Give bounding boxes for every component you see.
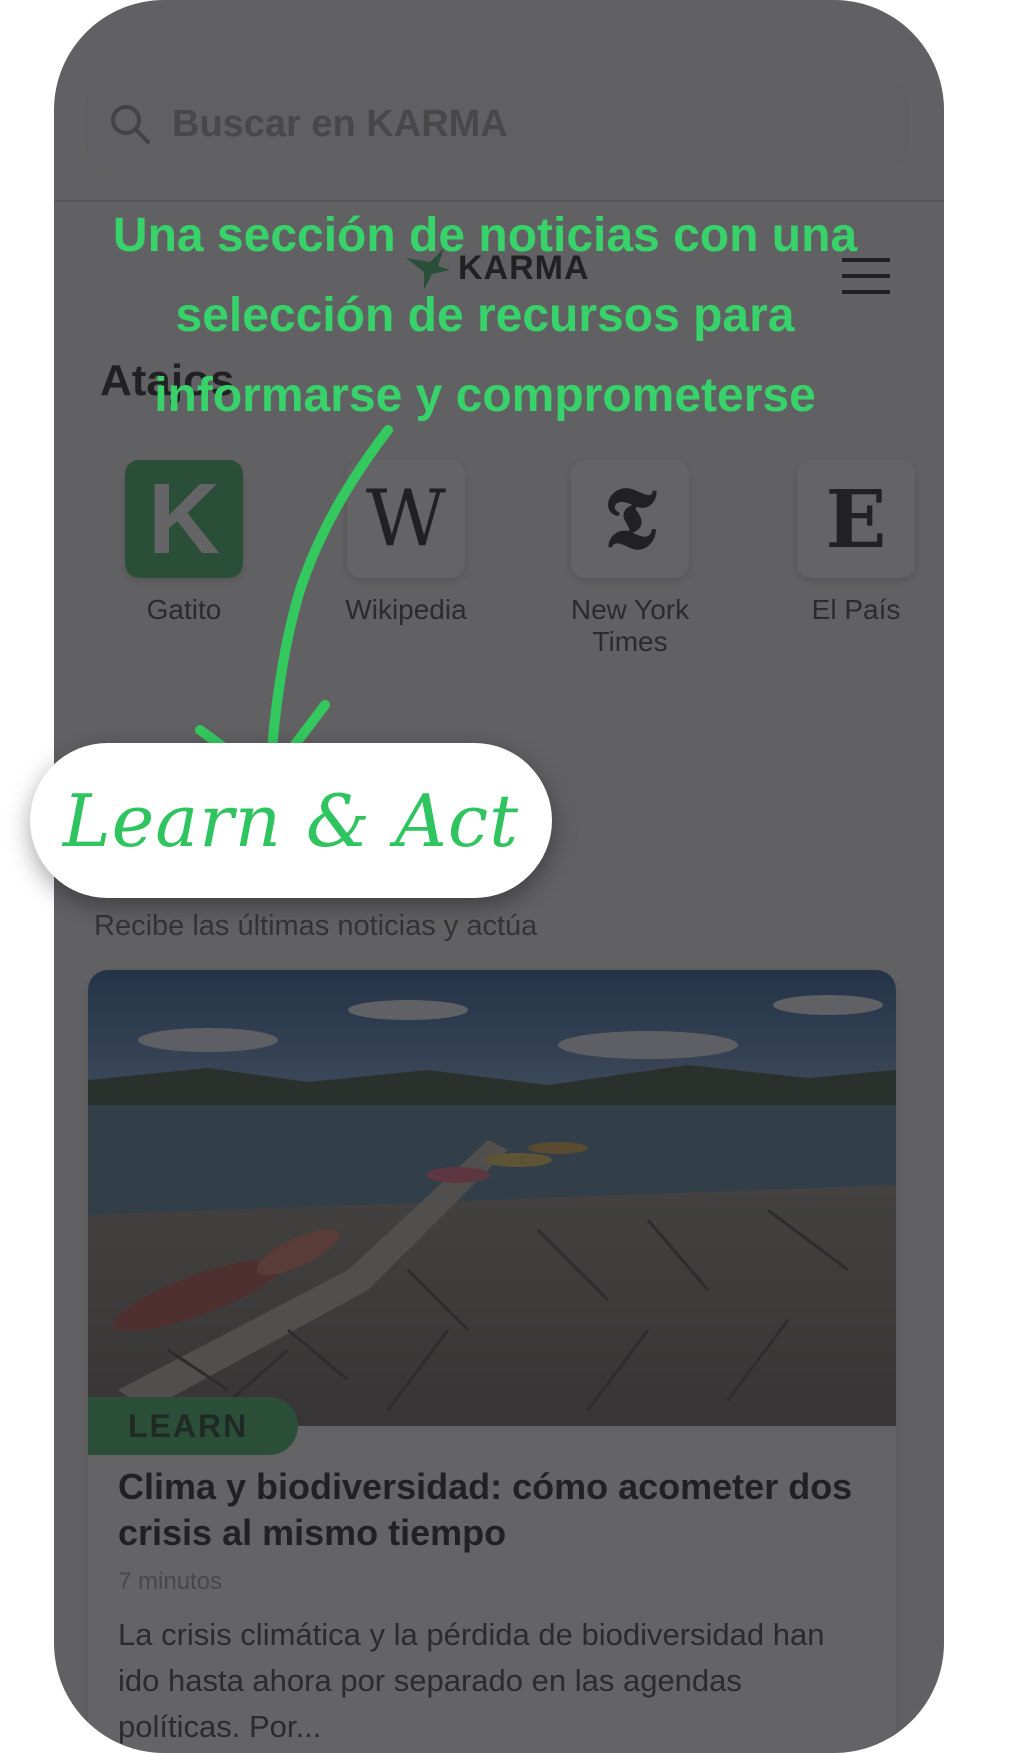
learn-act-pill: Learn & Act — [30, 743, 552, 898]
shortcut-label: New York Times — [570, 594, 690, 657]
learn-badge: LEARN — [88, 1397, 298, 1455]
shortcut-el-pais[interactable]: E El País — [786, 460, 926, 626]
search-input[interactable] — [170, 101, 814, 147]
learn-act-label: Learn & Act — [62, 778, 520, 863]
nyt-icon: 𝕿 — [571, 460, 689, 578]
news-card-description: La crisis climática y la pérdida de biod… — [118, 1617, 825, 1744]
shortcut-nyt[interactable]: 𝕿 New York Times — [560, 460, 700, 658]
search-bar[interactable] — [86, 78, 910, 170]
news-card-read-time: 7 minutos — [118, 1568, 223, 1595]
search-icon — [111, 105, 150, 144]
el-pais-icon: E — [797, 460, 915, 578]
shortcut-label: El País — [811, 594, 901, 625]
news-card[interactable]: LEARN Clima y biodiversidad: cómo acomet… — [88, 970, 896, 1753]
news-card-title: Clima y biodiversidad: cómo acometer dos… — [118, 1466, 853, 1553]
news-image — [88, 970, 896, 1426]
news-subtitle: Recibe las últimas noticias y actúa — [94, 910, 538, 942]
promo-headline: Una sección de noticias con una selecció… — [112, 209, 858, 422]
learn-badge-label: LEARN — [128, 1407, 249, 1444]
